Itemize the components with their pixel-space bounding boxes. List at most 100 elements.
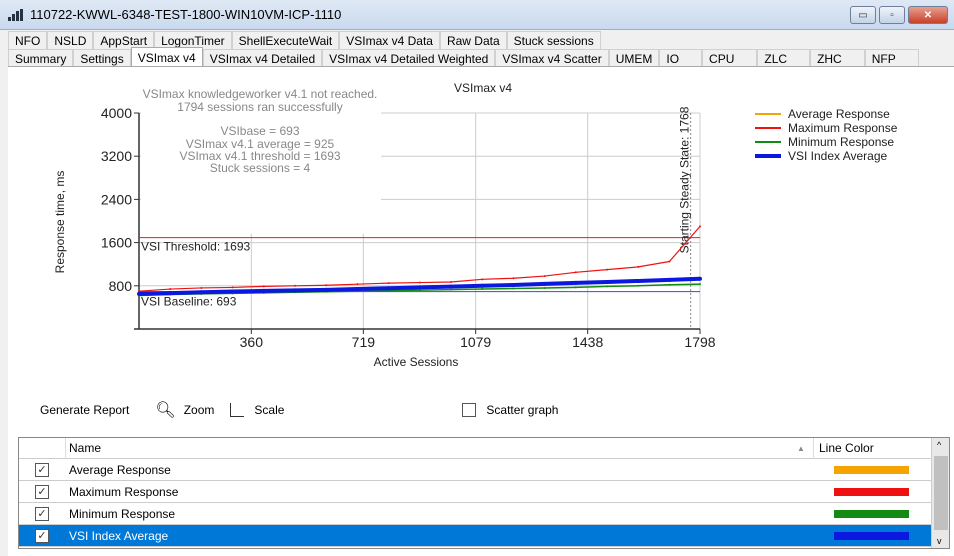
data-point — [574, 271, 577, 274]
legend-label: VSI Index Average — [788, 149, 888, 163]
data-point — [667, 277, 672, 282]
row-name: Minimum Response — [69, 506, 176, 521]
y-tick-label: 4000 — [101, 105, 132, 121]
grid-header: Name ▲ Line Color — [19, 438, 932, 459]
data-point — [512, 287, 515, 290]
sort-ascending-icon: ▲ — [797, 443, 805, 453]
line-color-swatch[interactable] — [834, 465, 909, 474]
data-point — [480, 283, 485, 288]
scale-button[interactable]: Scale — [230, 403, 284, 417]
scatter-graph-label: Scatter graph — [486, 403, 559, 417]
data-point — [168, 291, 173, 296]
data-point — [512, 277, 515, 280]
data-point — [387, 282, 390, 285]
zoom-icon: 🔍︎ — [155, 402, 176, 419]
zoom-button[interactable]: 🔍︎ Zoom — [155, 400, 214, 420]
scroll-down-icon[interactable]: v — [937, 536, 942, 546]
data-point — [262, 285, 265, 288]
column-header-name[interactable]: Name — [69, 441, 101, 455]
data-point — [261, 288, 266, 293]
chart-legend: Average Response Maximum Response Minimum … — [755, 107, 897, 163]
data-point — [481, 288, 484, 291]
data-point — [449, 284, 454, 289]
x-tick-label: 719 — [352, 334, 376, 350]
line-color-swatch[interactable] — [834, 487, 909, 496]
data-point — [324, 287, 329, 292]
x-tick-label: 360 — [240, 334, 264, 350]
legend-item: Minimum Response — [755, 135, 897, 149]
chart-annotation: VSIbase = 693 — [220, 124, 299, 138]
data-point — [355, 287, 360, 292]
data-point — [356, 283, 359, 286]
series-grid: Name ▲ Line Color ✓ Average Response ✓ Maxi… — [18, 437, 950, 549]
table-row[interactable]: ✓ Maximum Response — [19, 481, 932, 503]
data-point — [668, 260, 671, 263]
data-point — [573, 280, 578, 285]
legend-swatch — [755, 113, 781, 115]
data-point — [294, 284, 297, 287]
data-point — [417, 285, 422, 290]
chart-annotation: Stuck sessions = 4 — [210, 161, 311, 175]
data-point — [606, 268, 609, 271]
data-point — [481, 278, 484, 281]
data-point — [200, 286, 203, 289]
data-point — [543, 275, 546, 278]
row-name: VSI Index Average — [69, 528, 169, 543]
legend-item: VSI Index Average — [755, 149, 897, 163]
data-point — [231, 286, 234, 289]
x-tick-label: 1438 — [572, 334, 603, 350]
data-point — [637, 265, 640, 268]
x-tick-label: 1079 — [460, 334, 491, 350]
data-point — [199, 290, 204, 295]
column-header-line-color[interactable]: Line Color — [819, 441, 874, 455]
legend-item: Maximum Response — [755, 121, 897, 135]
legend-label: Maximum Response — [788, 121, 898, 135]
data-point — [605, 280, 610, 285]
table-row[interactable]: ✓ Average Response — [19, 459, 932, 481]
data-point — [137, 291, 141, 296]
chart-toolbar: Generate Report 🔍︎ Zoom Scale Scatter gr… — [40, 401, 558, 419]
data-point — [542, 281, 547, 286]
data-point — [293, 288, 298, 293]
data-point — [543, 286, 546, 289]
data-point — [698, 276, 702, 281]
legend-swatch — [755, 154, 781, 158]
row-checkbox[interactable]: ✓ — [35, 484, 49, 499]
scatter-graph-checkbox[interactable]: Scatter graph — [462, 403, 558, 417]
row-name: Maximum Response — [69, 484, 179, 499]
scrollbar-thumb[interactable] — [934, 456, 948, 530]
y-axis-label: Response time, ms — [53, 171, 67, 274]
data-point — [450, 281, 453, 284]
data-point — [230, 289, 235, 294]
legend-label: Average Response — [788, 107, 890, 121]
x-tick-label: 1798 — [684, 334, 715, 350]
row-checkbox[interactable]: ✓ — [35, 506, 49, 521]
chart-title: VSImax v4 — [454, 81, 512, 95]
scroll-up-icon[interactable]: ^ — [937, 440, 941, 450]
y-tick-label: 1600 — [101, 235, 132, 251]
x-axis-label: Active Sessions — [374, 355, 459, 369]
vertical-scrollbar[interactable]: ^ v — [931, 438, 949, 548]
y-tick-label: 2400 — [101, 191, 132, 207]
scale-label: Scale — [254, 403, 285, 417]
chart-annotation: 1794 sessions ran successfully — [177, 100, 342, 114]
data-point — [169, 288, 172, 291]
data-point — [418, 281, 421, 284]
zoom-label: Zoom — [183, 403, 215, 417]
y-tick-label: 3200 — [101, 148, 132, 164]
data-point — [386, 286, 391, 291]
baseline-label: VSI Baseline: 693 — [141, 295, 237, 309]
table-row[interactable]: ✓ Minimum Response — [19, 503, 932, 525]
line-color-swatch[interactable] — [834, 531, 909, 540]
row-checkbox[interactable]: ✓ — [35, 528, 49, 543]
y-tick-label: 800 — [109, 278, 133, 294]
data-point — [699, 225, 701, 228]
table-row[interactable]: ✓ VSI Index Average — [19, 525, 932, 547]
row-checkbox[interactable]: ✓ — [35, 462, 49, 477]
legend-item: Average Response — [755, 107, 897, 121]
line-color-swatch[interactable] — [834, 509, 909, 518]
generate-report-button[interactable]: Generate Report — [40, 403, 129, 417]
checkbox-box — [462, 403, 477, 417]
data-point — [574, 286, 577, 289]
row-name: Average Response — [69, 462, 171, 477]
